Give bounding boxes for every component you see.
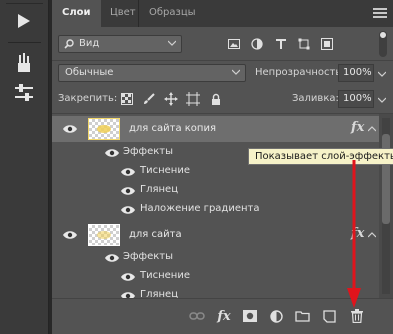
layers-bottom-toolbar: fx — [52, 298, 393, 334]
play-icon[interactable] — [10, 8, 38, 34]
effect-row[interactable]: Глянец — [52, 181, 379, 200]
filter-row: Вид — [52, 27, 393, 60]
brushes-icon[interactable] — [10, 50, 38, 76]
fill-chevron-icon[interactable] — [378, 97, 386, 103]
layer-name[interactable]: для сайта — [129, 229, 182, 240]
lock-artboard-icon[interactable] — [185, 91, 201, 107]
eye-icon[interactable] — [120, 166, 136, 178]
shape-filter-icon[interactable] — [296, 36, 312, 52]
effect-name: Глянец — [140, 184, 179, 195]
blend-mode-value: Обычные — [65, 67, 114, 78]
tab-layers[interactable]: Слои — [52, 0, 101, 27]
lock-position-icon[interactable] — [163, 91, 179, 107]
effect-row[interactable]: Тиснение — [52, 267, 379, 286]
chevron-down-icon — [232, 69, 240, 75]
fx-icon: fx — [217, 308, 231, 324]
eye-icon[interactable] — [120, 271, 136, 283]
opacity-chevron-icon[interactable] — [378, 71, 386, 77]
eye-icon[interactable] — [120, 185, 136, 197]
eye-icon[interactable] — [104, 147, 120, 159]
layer-row-2[interactable]: для сайта fx — [52, 222, 379, 248]
chevron-up-icon[interactable] — [368, 126, 376, 132]
link-layers-icon[interactable] — [188, 307, 206, 325]
mask-icon[interactable] — [241, 307, 259, 325]
eye-icon[interactable] — [104, 252, 120, 264]
layers-panel: Слои Цвет Образцы Вид Обычные Непрозрачн… — [52, 0, 393, 334]
layer-row-1[interactable]: для сайта копия fx — [52, 116, 379, 142]
adjustment-layer-icon[interactable] — [267, 307, 285, 325]
eye-icon[interactable] — [120, 290, 136, 298]
effect-name: Наложение градиента — [140, 203, 260, 214]
chevron-down-icon — [168, 40, 176, 46]
opacity-label: Непрозрачность: — [255, 67, 345, 78]
fx-icon[interactable]: fx — [351, 120, 364, 135]
tab-swatches[interactable]: Образцы — [138, 0, 206, 27]
tool-separator — [8, 42, 41, 43]
lock-image-icon[interactable] — [141, 91, 157, 107]
fill-input[interactable]: 100% — [338, 90, 374, 108]
image-filter-icon[interactable] — [226, 36, 242, 52]
effect-row[interactable]: Глянец — [52, 286, 379, 298]
annotation-arrow — [347, 160, 361, 308]
tool-strip — [0, 0, 49, 334]
effect-row[interactable]: Наложение градиента — [52, 200, 379, 219]
new-layer-icon[interactable] — [320, 307, 338, 325]
adjustment-filter-icon[interactable] — [249, 36, 265, 52]
type-filter-icon[interactable] — [273, 36, 289, 52]
fx-tooltip: Показывает слой-эффекты — [248, 148, 393, 165]
layer-thumbnail[interactable] — [88, 118, 120, 140]
lock-row: Закрепить: Заливка: 100% — [52, 87, 393, 111]
sliders-icon[interactable] — [10, 80, 38, 106]
layers-list: для сайта копия fx Эффекты Тиснение Глян… — [52, 114, 379, 298]
layer-thumbnail[interactable] — [88, 224, 120, 246]
eye-icon[interactable] — [62, 123, 78, 135]
group-folder-icon[interactable] — [293, 307, 311, 325]
lock-transparent-icon[interactable] — [119, 91, 135, 107]
panel-menu-icon[interactable] — [373, 8, 387, 20]
effects-row[interactable]: Эффекты — [52, 248, 379, 267]
lock-label: Закрепить: — [58, 93, 118, 104]
layer-name[interactable]: для сайта копия — [129, 123, 216, 134]
add-style-button[interactable]: fx — [215, 307, 233, 325]
filter-kind-select[interactable]: Вид — [58, 35, 182, 53]
effects-label: Эффекты — [123, 251, 173, 262]
effect-name: Тиснение — [140, 270, 190, 281]
blend-row: Обычные Непрозрачность: 100% — [52, 61, 393, 85]
tool-strip-grip[interactable] — [6, 0, 43, 4]
effect-name: Глянец — [140, 289, 179, 298]
filter-kind-value: Вид — [79, 38, 100, 49]
chevron-up-icon[interactable] — [368, 232, 376, 238]
panel-tabs: Слои Цвет Образцы — [52, 0, 393, 27]
fill-label: Заливка: — [292, 93, 339, 104]
filter-toggle[interactable] — [379, 31, 387, 57]
smart-object-filter-icon[interactable] — [319, 36, 335, 52]
search-icon — [64, 39, 74, 49]
effects-label: Эффекты — [123, 146, 173, 157]
eye-icon[interactable] — [62, 229, 78, 241]
eye-icon[interactable] — [120, 204, 136, 216]
blend-mode-select[interactable]: Обычные — [58, 64, 246, 82]
effect-name: Тиснение — [140, 165, 190, 176]
lock-all-icon[interactable] — [208, 91, 224, 107]
opacity-input[interactable]: 100% — [338, 64, 374, 82]
layers-scrollbar[interactable] — [379, 114, 393, 298]
